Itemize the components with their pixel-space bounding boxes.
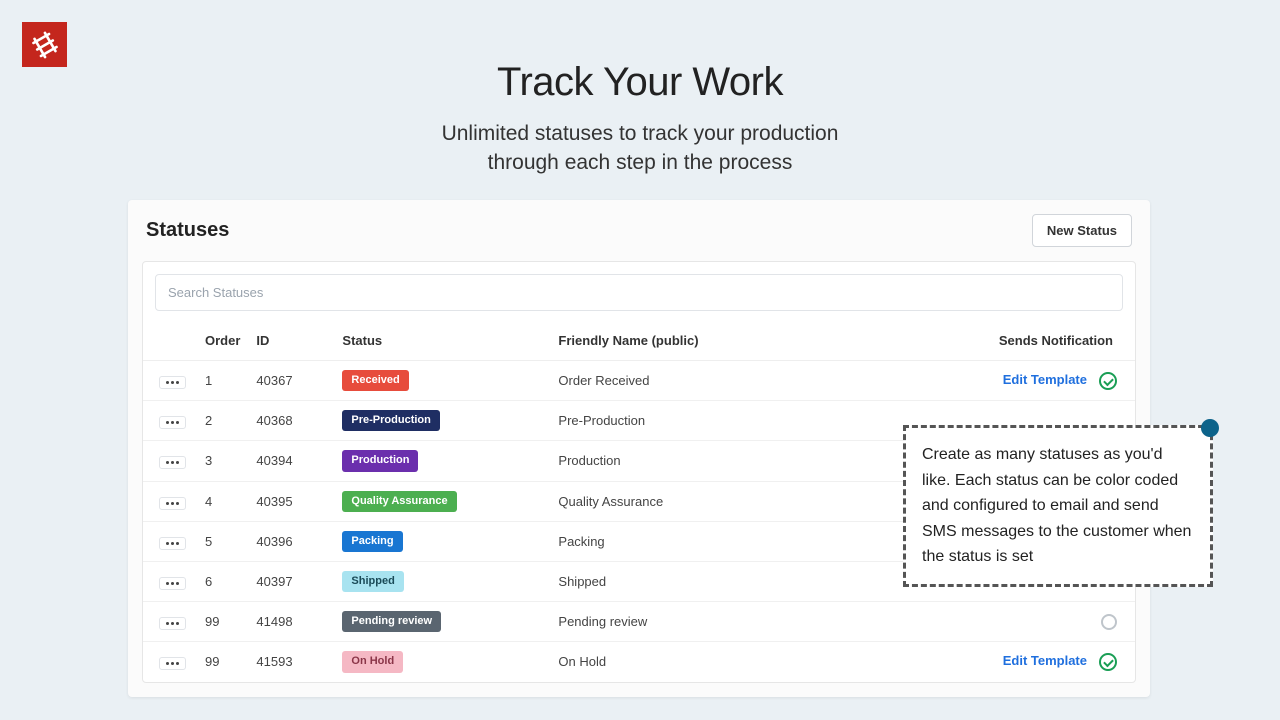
cell-status: Production xyxy=(334,441,550,481)
edit-template-link[interactable]: Edit Template xyxy=(1003,653,1087,668)
status-badge: Received xyxy=(342,370,408,391)
col-friendly: Friendly Name (public) xyxy=(550,323,854,361)
page-title: Track Your Work xyxy=(0,60,1280,105)
status-badge: On Hold xyxy=(342,651,403,672)
col-status: Status xyxy=(334,323,550,361)
notification-off-icon[interactable] xyxy=(1101,614,1117,630)
status-badge: Pre-Production xyxy=(342,410,439,431)
panel-title: Statuses xyxy=(146,219,229,242)
cell-friendly-name: Production xyxy=(550,441,854,481)
cell-order: 5 xyxy=(197,521,248,561)
search-input[interactable] xyxy=(155,274,1123,311)
status-badge: Packing xyxy=(342,531,402,552)
cell-friendly-name: Quality Assurance xyxy=(550,481,854,521)
cell-id: 40367 xyxy=(248,361,334,401)
row-actions-menu[interactable] xyxy=(159,537,186,550)
cell-friendly-name: Order Received xyxy=(550,361,854,401)
cell-id: 40396 xyxy=(248,521,334,561)
cell-status: Received xyxy=(334,361,550,401)
status-badge: Shipped xyxy=(342,571,403,592)
row-actions-menu[interactable] xyxy=(159,376,186,389)
col-sends-notification: Sends Notification xyxy=(854,323,1135,361)
callout-marker-icon xyxy=(1201,419,1219,437)
new-status-button[interactable]: New Status xyxy=(1032,214,1132,247)
cell-id: 41498 xyxy=(248,602,334,642)
notification-on-icon[interactable] xyxy=(1099,653,1117,671)
table-row: 140367 Received Order Received Edit Templat… xyxy=(143,361,1135,401)
row-actions-menu[interactable] xyxy=(159,497,186,510)
row-actions-menu[interactable] xyxy=(159,577,186,590)
notification-on-icon[interactable] xyxy=(1099,372,1117,390)
cell-order: 3 xyxy=(197,441,248,481)
edit-template-link[interactable]: Edit Template xyxy=(1003,372,1087,387)
cell-status: Pending review xyxy=(334,602,550,642)
cell-status: Quality Assurance xyxy=(334,481,550,521)
hero-section: Track Your Work Unlimited statuses to tr… xyxy=(0,0,1280,178)
status-badge: Pending review xyxy=(342,611,441,632)
cell-order: 99 xyxy=(197,642,248,682)
cell-status: On Hold xyxy=(334,642,550,682)
logo-icon xyxy=(30,30,60,60)
status-badge: Production xyxy=(342,450,418,471)
cell-friendly-name: Packing xyxy=(550,521,854,561)
cell-friendly-name: Pending review xyxy=(550,602,854,642)
cell-order: 2 xyxy=(197,401,248,441)
cell-status: Pre-Production xyxy=(334,401,550,441)
row-actions-menu[interactable] xyxy=(159,617,186,630)
info-callout: Create as many statuses as you'd like. E… xyxy=(903,425,1213,587)
row-actions-menu[interactable] xyxy=(159,416,186,429)
cell-order: 6 xyxy=(197,561,248,601)
cell-friendly-name: On Hold xyxy=(550,642,854,682)
cell-order: 99 xyxy=(197,602,248,642)
cell-friendly-name: Shipped xyxy=(550,561,854,601)
row-actions-menu[interactable] xyxy=(159,456,186,469)
page-subtitle: Unlimited statuses to track your product… xyxy=(0,119,1280,178)
row-actions-menu[interactable] xyxy=(159,657,186,670)
cell-id: 40397 xyxy=(248,561,334,601)
brand-logo xyxy=(22,22,67,67)
cell-order: 1 xyxy=(197,361,248,401)
cell-id: 40394 xyxy=(248,441,334,481)
cell-friendly-name: Pre-Production xyxy=(550,401,854,441)
cell-status: Packing xyxy=(334,521,550,561)
status-badge: Quality Assurance xyxy=(342,491,456,512)
col-id: ID xyxy=(248,323,334,361)
cell-status: Shipped xyxy=(334,561,550,601)
table-row: 9941498 Pending review Pending review xyxy=(143,602,1135,642)
cell-id: 40368 xyxy=(248,401,334,441)
table-row: 9941593 On Hold On Hold Edit Template xyxy=(143,642,1135,682)
cell-id: 41593 xyxy=(248,642,334,682)
cell-id: 40395 xyxy=(248,481,334,521)
cell-order: 4 xyxy=(197,481,248,521)
col-order: Order xyxy=(197,323,248,361)
